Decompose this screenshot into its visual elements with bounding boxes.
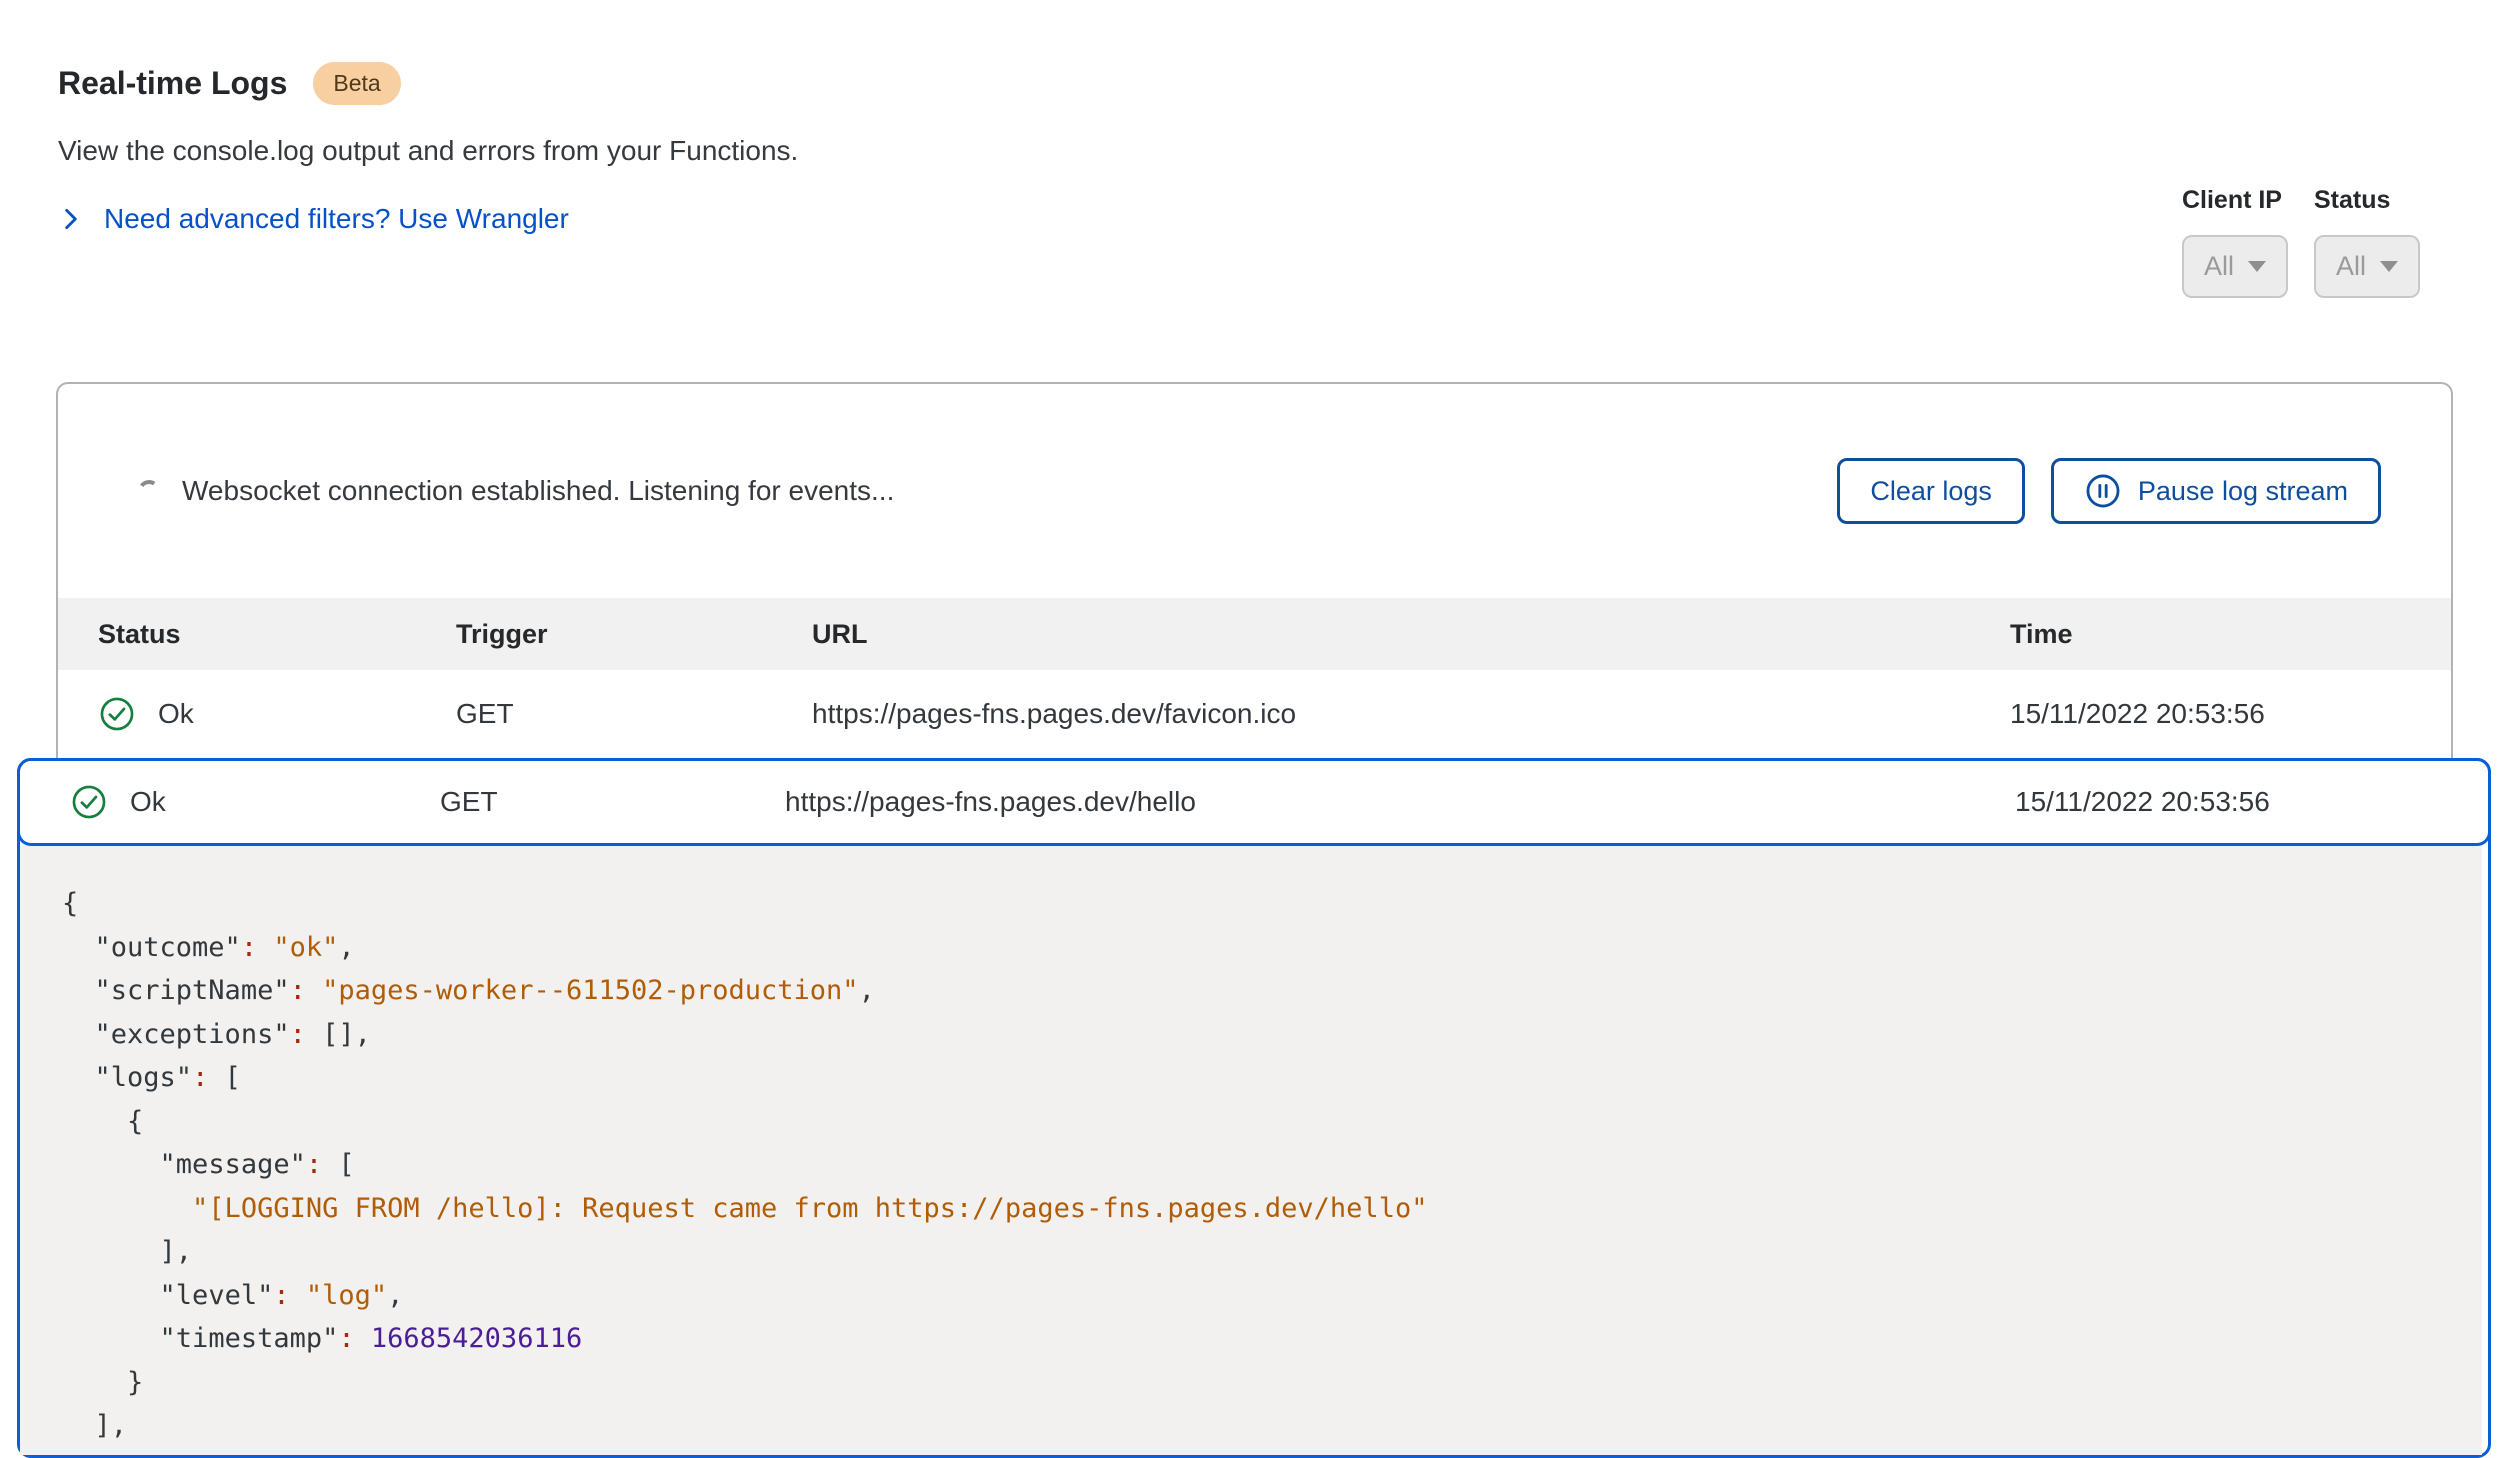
- page-subtitle: View the console.log output and errors f…: [58, 135, 2450, 167]
- status-filter-label: Status: [2314, 186, 2420, 215]
- clear-logs-button[interactable]: Clear logs: [1837, 458, 2025, 524]
- chevron-down-icon: [2248, 261, 2266, 272]
- time-value: 15/11/2022 20:53:56: [2015, 786, 2488, 818]
- spinner-icon: [136, 478, 161, 503]
- status-cell: Ok: [98, 695, 456, 733]
- trigger-value: GET: [456, 698, 812, 730]
- pause-log-stream-button[interactable]: Pause log stream: [2051, 458, 2381, 524]
- client-ip-filter-label: Client IP: [2182, 186, 2288, 215]
- time-value: 15/11/2022 20:53:56: [2010, 698, 2451, 730]
- col-status: Status: [98, 619, 456, 650]
- page-title: Real-time Logs: [58, 65, 287, 102]
- chevron-down-icon: [2380, 261, 2398, 272]
- status-value: Ok: [130, 786, 166, 818]
- page-header: Real-time Logs Beta View the console.log…: [0, 0, 2508, 237]
- status-cell: Ok: [70, 783, 440, 821]
- check-circle-icon: [70, 783, 108, 821]
- table-row-selected[interactable]: Ok GET https://pages-fns.pages.dev/hello…: [17, 758, 2491, 846]
- col-time: Time: [2010, 619, 2451, 650]
- logs-panel: Websocket connection established. Listen…: [56, 382, 2453, 758]
- pause-icon: [2084, 472, 2122, 510]
- pause-log-stream-label: Pause log stream: [2138, 476, 2348, 507]
- log-detail-panel: { "outcome": "ok", "scriptName": "pages-…: [20, 846, 2482, 1455]
- title-row: Real-time Logs Beta: [58, 62, 2450, 105]
- col-url: URL: [812, 619, 2010, 650]
- wrangler-link-label: Need advanced filters? Use Wrangler: [104, 203, 569, 235]
- url-value: https://pages-fns.pages.dev/favicon.ico: [812, 698, 2010, 730]
- wrangler-link[interactable]: Need advanced filters? Use Wrangler: [58, 203, 569, 235]
- trigger-value: GET: [440, 786, 785, 818]
- panel-actions: Clear logs Pause log stream: [1837, 458, 2381, 524]
- col-trigger: Trigger: [456, 619, 812, 650]
- client-ip-filter-value: All: [2204, 251, 2234, 282]
- filters: Client IP All Status All: [2182, 186, 2420, 298]
- status-filter: Status All: [2314, 186, 2420, 298]
- client-ip-filter-dropdown[interactable]: All: [2182, 235, 2288, 298]
- url-value: https://pages-fns.pages.dev/hello: [785, 786, 2015, 818]
- check-circle-icon: [98, 695, 136, 733]
- websocket-status-message: Websocket connection established. Listen…: [182, 475, 894, 507]
- table-row[interactable]: Ok GET https://pages-fns.pages.dev/favic…: [58, 670, 2451, 758]
- clear-logs-label: Clear logs: [1870, 476, 1992, 507]
- status-filter-dropdown[interactable]: All: [2314, 235, 2420, 298]
- chevron-right-icon: [58, 206, 84, 232]
- client-ip-filter: Client IP All: [2182, 186, 2288, 298]
- beta-badge: Beta: [313, 62, 400, 105]
- table-header: Status Trigger URL Time: [58, 598, 2451, 670]
- logs-panel-toolbar: Websocket connection established. Listen…: [58, 384, 2451, 598]
- status-filter-value: All: [2336, 251, 2366, 282]
- json-code: { "outcome": "ok", "scriptName": "pages-…: [62, 882, 2482, 1448]
- expanded-log-entry: Ok GET https://pages-fns.pages.dev/hello…: [17, 758, 2491, 1458]
- status-value: Ok: [158, 698, 194, 730]
